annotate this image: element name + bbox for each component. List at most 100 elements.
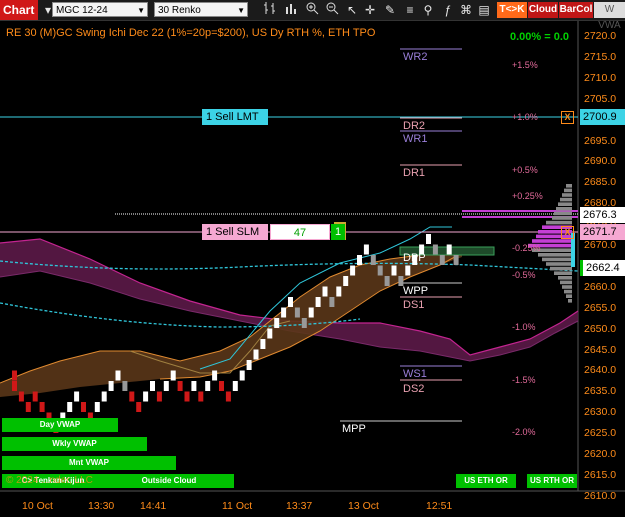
renko-bar [432,244,438,255]
tpo-row [546,262,572,266]
tpo-row [542,257,572,262]
renko-bar [405,265,411,276]
renko-bar [94,402,100,412]
renko-bar [184,391,190,402]
price-axis-label: 2695.0 [584,134,617,147]
tpo-row [556,207,572,211]
sell-slm-price-tag: 2671.7 [580,224,625,240]
barcol-button[interactable]: BarCol [559,2,593,18]
renko-bar [12,381,17,391]
time-axis-label: 11 Oct [222,500,253,512]
cancel-sell-lmt-icon[interactable]: X [561,111,574,124]
cancel-sell-slm-icon[interactable]: X [561,226,574,239]
price-axis-label: 2720.0 [584,30,617,42]
sell-lmt-order[interactable]: 1 Sell LMT [202,109,268,125]
mnt-vwap-bar: Mnt VWAP [2,456,176,470]
pivot-wr1: WR1 [403,133,428,145]
pivot-wr2: WR2 [403,51,428,63]
bar-type-select[interactable]: 30 Renko ▼ [154,2,248,17]
renko-bar [177,381,183,391]
sell-slm-order[interactable]: 1 Sell SLM [202,224,268,240]
tpo-row [558,202,572,206]
bar-chart-icon[interactable] [283,1,299,19]
tpo-row [554,211,572,216]
sell-slm-qty[interactable]: 47 [270,224,330,240]
renko-bar [308,307,314,318]
time-axis-label: 13:37 [286,500,313,512]
pivot-ds2: DS2 [403,383,425,395]
vwap-button[interactable]: W VWA [594,2,625,31]
chart-tab[interactable]: Chart [0,0,38,20]
tenkan-kijun-button[interactable]: T<>K [497,2,527,18]
pencil-icon[interactable]: ✎ [382,1,398,19]
price-axis-label: 2625.0 [584,427,617,440]
renko-bar [363,244,369,255]
crosshair-icon[interactable]: ✛ [362,1,378,19]
pct-level-plus-1.0: +1.0% [512,112,538,122]
day-vwap-bar: Day VWAP [2,418,118,432]
price-axis-label: 2635.0 [584,385,617,398]
renko-bar [39,402,45,412]
renko-bar [343,276,349,286]
time-axis-label: 12:51 [426,500,453,512]
pct-level-plus-1.5: +1.5% [512,60,538,70]
renko-bar [253,349,259,360]
renko-bar [294,307,300,318]
pct-level-plus-0.5: +0.5% [512,165,538,175]
time-axis-label: 13:30 [88,500,115,512]
lines-icon[interactable]: ≡ [402,1,418,19]
sell-lmt-price-tag: 2700.9 [580,109,625,125]
zoom-in-icon[interactable] [304,1,320,19]
instrument-value: MGC 12-24 [56,5,108,16]
renko-bar [115,370,121,381]
zoom-out-icon[interactable] [324,1,340,19]
renko-bar [198,391,204,402]
instrument-select[interactable]: MGC 12-24 ▼ [52,2,148,17]
renko-bar [219,381,224,391]
pct-level-minus-2.0: -2.0% [512,427,536,437]
data-box-icon[interactable]: ▤ [476,1,492,19]
chevron-down-icon: ▼ [237,6,245,15]
us-rth-or-bar: US RTH OR [527,474,577,488]
cloud-button[interactable]: Cloud [528,2,558,18]
renko-bar [267,328,273,339]
price-axis-label: 2705.0 [584,92,617,105]
price-axis-label: 2645.0 [584,343,617,356]
renko-bar [150,381,155,391]
renko-bar [377,265,383,276]
renko-bar [384,276,390,286]
time-axis-label: 13 Oct [348,500,379,512]
tpo-row [564,188,572,193]
pin-icon[interactable]: ⚲ [420,1,436,19]
indicators-icon[interactable]: ƒ [440,1,456,19]
renko-bar [301,318,307,328]
time-axis-label: 10 Oct [22,500,53,512]
renko-bar [205,381,211,391]
tpo-row [560,280,572,285]
renko-bar [12,370,17,381]
strategy-icon[interactable]: ⌘ [458,1,474,19]
chart-panel[interactable]: RE 30 (M)GC Swing Ichi Dec 22 (1%=20p=$2… [0,21,625,517]
renko-bar [370,255,376,265]
chevron-down-icon: ▼ [137,6,145,15]
renko-bar [74,391,80,402]
renko-bar [170,370,176,381]
renko-bar [260,339,266,349]
pct-level-minus-0.5: -0.5% [512,270,536,280]
tpo-row [554,271,572,275]
pivot-dpp: DPP [403,252,426,264]
bar-type-value: 30 Renko [158,5,201,16]
pointer-icon[interactable]: ↖ [344,1,360,19]
renko-bar [212,370,218,381]
price-axis-label: 2690.0 [584,155,617,168]
pct-level-plus-0.25: +0.25% [512,191,543,201]
renko-bar [143,391,149,402]
renko-bar [391,265,397,276]
bars-icon[interactable] [262,1,278,19]
sell-slm-count: 1 [331,224,345,240]
toolbar: Chart ▾ MGC 12-24 ▼ 30 Renko ▼ ↖ ✛ ✎ ≡ ⚲… [0,0,625,31]
tpo-row [566,294,572,298]
renko-bar [191,381,197,391]
renko-bar [288,297,293,307]
tpo-row [538,253,572,257]
